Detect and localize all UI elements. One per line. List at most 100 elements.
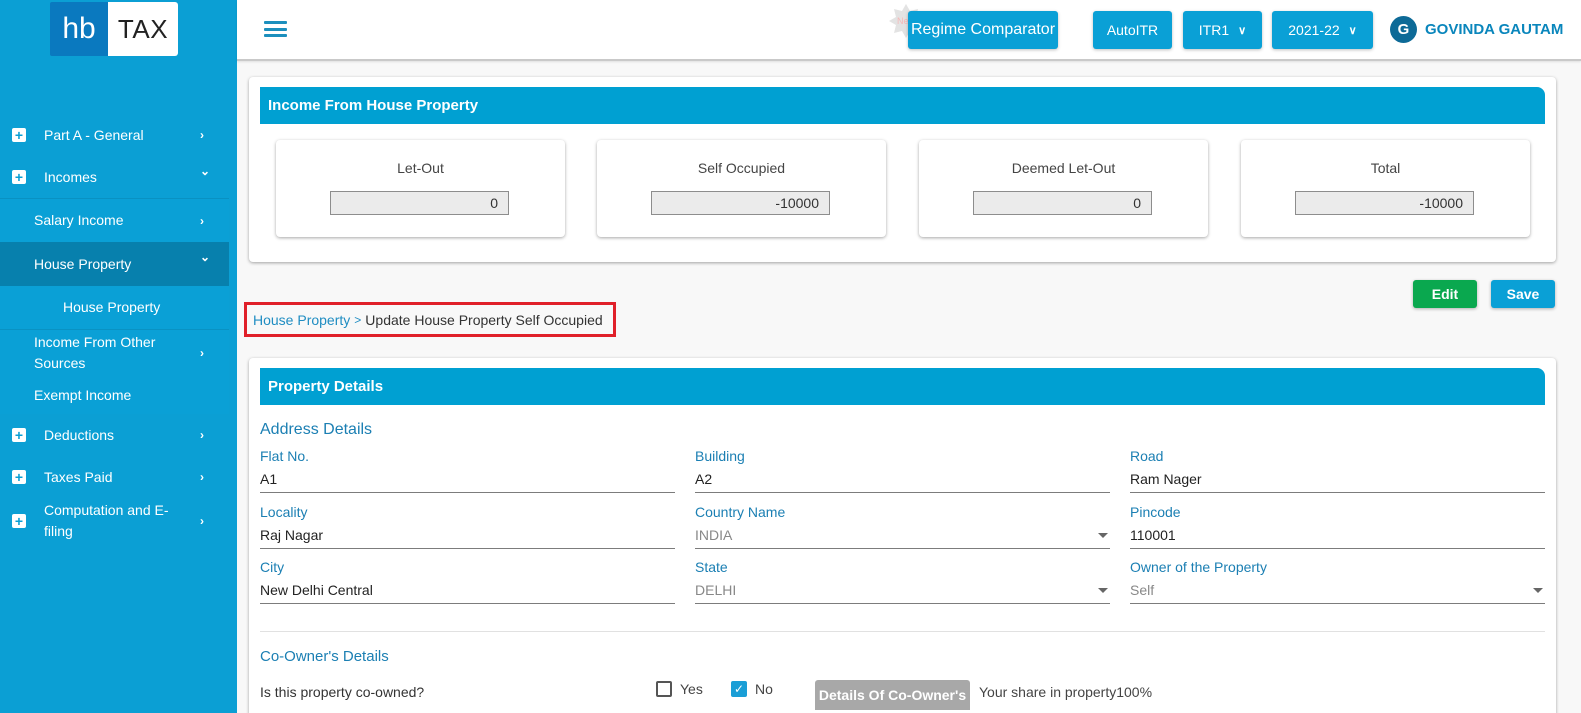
road-field[interactable]: Road Ram Nager (1130, 448, 1545, 493)
hbtax-logo[interactable]: hb TAX (50, 2, 178, 56)
coowned-no-label: No (755, 681, 773, 697)
let-out-label: Let-Out (397, 160, 444, 176)
state-label: State (695, 559, 728, 575)
share-in-property: Your share in property100% (979, 684, 1153, 700)
state-field[interactable]: State DELHI (695, 559, 1110, 604)
sidebar-item-label: House Property (34, 255, 132, 272)
total-value: -10000 (1295, 191, 1474, 215)
sidebar-subitem-house-property[interactable]: House Property (0, 286, 229, 329)
sidebar-item-label: House Property (63, 299, 161, 315)
owner-select[interactable]: Self (1130, 579, 1545, 604)
sidebar-item-salary-income[interactable]: Salary Income › (0, 199, 229, 242)
building-input[interactable]: A2 (695, 468, 1110, 493)
plus-icon: + (12, 470, 26, 484)
dropdown-arrow-icon (1098, 588, 1108, 593)
breadcrumb: House Property > Update House Property S… (244, 302, 616, 337)
breadcrumb-current: Update House Property Self Occupied (365, 311, 603, 328)
coowner-details-button[interactable]: Details Of Co-Owner's (815, 680, 970, 710)
user-name: GOVINDA GAUTAM (1425, 21, 1564, 38)
income-summary-title: Income From House Property (260, 87, 1545, 124)
plus-icon: + (12, 428, 26, 442)
locality-field[interactable]: Locality Raj Nagar (260, 504, 675, 549)
flat-no-field[interactable]: Flat No. A1 (260, 448, 675, 493)
deemed-let-out-card: Deemed Let-Out 0 (919, 140, 1208, 237)
checkbox-unchecked-icon (656, 681, 672, 697)
sidebar-item-label: Taxes Paid (44, 468, 113, 485)
sidebar-item-incomes[interactable]: + Incomes ⌄ (0, 156, 237, 198)
avatar: G (1390, 16, 1417, 43)
breadcrumb-link-house-property[interactable]: House Property (253, 312, 350, 328)
sidebar-nav: + Part A - General › + Incomes ⌄ Salary … (0, 114, 237, 544)
plus-icon: + (12, 514, 26, 528)
coowned-yes-checkbox[interactable]: Yes (656, 681, 703, 697)
sidebar-item-label: Computation and E-filing (44, 502, 169, 539)
city-input[interactable]: New Delhi Central (260, 579, 675, 604)
incomes-submenu: Salary Income › House Property ⌄ House P… (0, 198, 229, 414)
flat-no-label: Flat No. (260, 448, 310, 464)
chevron-right-icon: › (200, 428, 204, 442)
sidebar-item-label: Deductions (44, 426, 115, 443)
chevron-down-icon: ⌄ (200, 164, 211, 178)
chevron-right-icon: › (200, 213, 204, 228)
edit-button[interactable]: Edit (1413, 280, 1477, 308)
dropdown-arrow-icon (1098, 533, 1108, 538)
owner-select-value: Self (1130, 582, 1155, 598)
locality-input[interactable]: Raj Nagar (260, 524, 675, 549)
address-details-title: Address Details (260, 421, 373, 438)
hamburger-icon[interactable] (264, 21, 287, 37)
itr-select[interactable]: ITR1 ∨ (1183, 11, 1262, 49)
sidebar-item-income-other-sources[interactable]: Income From Other Sources › (0, 330, 229, 376)
pincode-field[interactable]: Pincode 110001 (1130, 504, 1545, 549)
chevron-down-icon: ∨ (1238, 24, 1247, 37)
sidebar-item-deductions[interactable]: + Deductions › (0, 414, 237, 456)
save-button[interactable]: Save (1491, 280, 1555, 308)
sidebar-item-exempt-income[interactable]: Exempt Income (0, 376, 229, 414)
sidebar-item-label: Part A - General (44, 126, 144, 143)
owner-label: Owner of the Property (1130, 559, 1267, 575)
road-input[interactable]: Ram Nager (1130, 468, 1545, 493)
coowned-yes-label: Yes (680, 681, 703, 697)
self-occupied-card: Self Occupied -10000 (597, 140, 886, 237)
total-label: Total (1370, 160, 1401, 176)
top-header: New Regime Comparator AutoITR ITR1 ∨ 202… (237, 0, 1581, 61)
building-field[interactable]: Building A2 (695, 448, 1110, 493)
pincode-label: Pincode (1130, 504, 1181, 520)
sidebar-item-part-a-general[interactable]: + Part A - General › (0, 114, 237, 156)
city-field[interactable]: City New Delhi Central (260, 559, 675, 604)
sidebar-item-label: Income From Other Sources (34, 334, 156, 371)
sidebar-item-house-property[interactable]: House Property ⌄ (0, 242, 229, 286)
autoitr-button[interactable]: AutoITR (1093, 11, 1172, 49)
flat-no-input[interactable]: A1 (260, 468, 675, 493)
owner-field[interactable]: Owner of the Property Self (1130, 559, 1545, 604)
year-select-value: 2021-22 (1288, 22, 1340, 38)
regime-comparator-button[interactable]: Regime Comparator (908, 11, 1058, 49)
locality-label: Locality (260, 504, 308, 520)
dropdown-arrow-icon (1533, 588, 1543, 593)
sidebar-item-computation-efiling[interactable]: + Computation and E-filing › (0, 498, 237, 544)
pincode-input[interactable]: 110001 (1130, 524, 1545, 549)
coowner-details-title: Co-Owner's Details (260, 648, 389, 665)
chevron-down-icon: ⌄ (200, 250, 211, 264)
self-occupied-value: -10000 (651, 191, 830, 215)
coowned-no-checkbox[interactable]: ✓ No (731, 681, 773, 697)
sidebar-item-taxes-paid[interactable]: + Taxes Paid › (0, 456, 237, 498)
chevron-right-icon: › (200, 128, 204, 142)
breadcrumb-separator: > (354, 312, 362, 327)
year-select[interactable]: 2021-22 ∨ (1272, 11, 1373, 49)
country-select[interactable]: INDIA (695, 524, 1110, 549)
property-details-card: Property Details Address Details Flat No… (249, 358, 1556, 713)
country-select-value: INDIA (695, 527, 733, 543)
logo-tax: TAX (108, 2, 178, 56)
logo-hb: hb (50, 2, 108, 56)
user-menu[interactable]: G GOVINDA GAUTAM (1390, 16, 1563, 43)
country-field[interactable]: Country Name INDIA (695, 504, 1110, 549)
checkbox-checked-icon: ✓ (731, 681, 747, 697)
let-out-card: Let-Out 0 (276, 140, 565, 237)
deemed-let-out-value: 0 (973, 191, 1152, 215)
chevron-down-icon: ∨ (1348, 24, 1357, 37)
self-occupied-label: Self Occupied (697, 160, 786, 176)
section-divider (260, 631, 1545, 632)
sidebar-item-label: Exempt Income (34, 386, 132, 403)
itr-select-value: ITR1 (1198, 22, 1230, 38)
state-select[interactable]: DELHI (695, 579, 1110, 604)
